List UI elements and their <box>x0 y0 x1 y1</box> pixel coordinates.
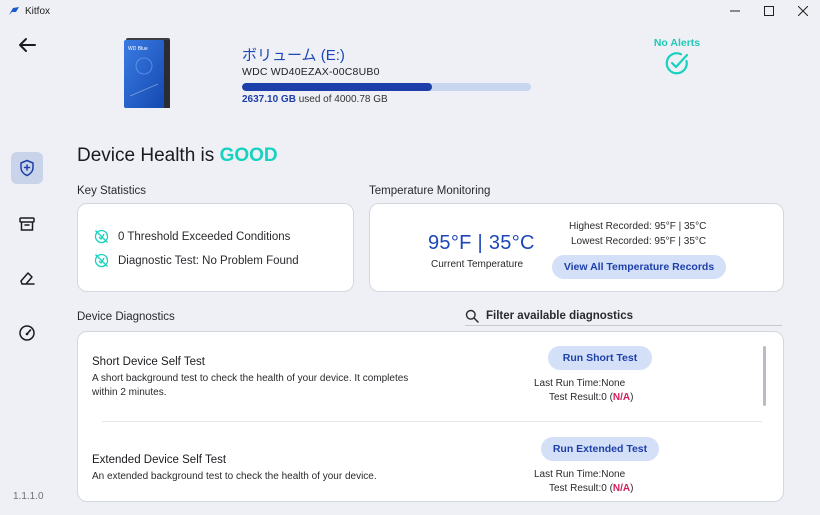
current-temperature: 95°F | 35°C <box>428 232 535 254</box>
diagnostics-divider <box>102 421 762 422</box>
eraser-icon <box>20 272 35 285</box>
speedometer-icon <box>19 325 35 341</box>
minimize-icon <box>730 10 740 12</box>
total-space: used of 4000.78 GB <box>298 94 388 105</box>
window-title: Kitfox <box>25 5 51 17</box>
no-alert-icon <box>94 253 109 268</box>
filter-label: Filter available diagnostics <box>486 310 633 322</box>
shield-plus-icon <box>20 159 34 177</box>
filter-diagnostics[interactable]: Filter available diagnostics <box>465 309 633 323</box>
lowest-recorded: Lowest Recorded: 95°F | 35°C <box>571 236 707 247</box>
nav-performance[interactable] <box>11 317 43 349</box>
device-health-heading: Device Health is GOOD <box>77 145 278 167</box>
usage-text: 2637.10 GB used of 4000.78 GB <box>242 94 388 105</box>
view-temperature-records-button[interactable]: View All Temperature Records <box>552 255 726 279</box>
stat-threshold: 0 Threshold Exceeded Conditions <box>94 229 290 244</box>
short-test-title: Short Device Self Test <box>92 356 205 368</box>
usage-progress-fill <box>242 83 433 91</box>
run-short-test-button[interactable]: Run Short Test <box>548 346 652 370</box>
key-statistics-label: Key Statistics <box>77 185 147 197</box>
app-version: 1.1.1.0 <box>13 491 44 502</box>
health-status: GOOD <box>219 145 278 166</box>
extended-test-title: Extended Device Self Test <box>92 454 227 466</box>
drive-model: WDC WD40EZAX-00C8UB0 <box>242 66 380 78</box>
device-diagnostics-label: Device Diagnostics <box>77 311 175 323</box>
nav-erase[interactable] <box>11 262 43 294</box>
short-test-desc-line2: within 2 minutes. <box>92 387 167 398</box>
temperature-card: 95°F | 35°C Current Temperature Highest … <box>369 203 784 292</box>
alerts-label: No Alerts <box>653 37 701 49</box>
kitfox-app-icon <box>9 7 19 15</box>
window-controls <box>718 0 820 22</box>
stat-diagnostic: Diagnostic Test: No Problem Found <box>94 253 299 268</box>
hard-drive-icon: WD Blue <box>124 38 170 108</box>
search-icon <box>465 309 479 323</box>
short-test-result: Test Result:0 (N/A) <box>549 392 634 403</box>
short-test-desc-line1: A short background test to check the hea… <box>92 373 409 384</box>
short-test-last-run: Last Run Time:None <box>534 378 626 389</box>
maximize-icon <box>764 6 774 16</box>
back-button[interactable] <box>14 33 40 57</box>
svg-text:WD Blue: WD Blue <box>128 46 148 52</box>
close-button[interactable] <box>786 0 820 22</box>
stat-diagnostic-text: Diagnostic Test: No Problem Found <box>118 254 299 267</box>
current-temperature-caption: Current Temperature <box>431 259 524 270</box>
filter-underline <box>465 325 782 326</box>
archive-box-icon <box>19 217 35 231</box>
check-circle-icon <box>665 52 689 75</box>
extended-test-desc: An extended background test to check the… <box>92 471 377 482</box>
health-prefix: Device Health is <box>77 145 215 166</box>
key-statistics-card: 0 Threshold Exceeded Conditions Diagnost… <box>77 203 354 292</box>
short-test-result-value: N/A <box>612 392 631 403</box>
back-arrow-icon <box>19 38 36 52</box>
run-extended-test-button[interactable]: Run Extended Test <box>541 437 659 461</box>
volume-name: ボリューム (E:) <box>242 47 345 64</box>
close-icon <box>798 6 808 16</box>
no-alert-icon <box>94 229 109 244</box>
extended-test-result-value: N/A <box>612 483 631 494</box>
extended-test-last-run: Last Run Time:None <box>534 469 626 480</box>
hard-drive-image: WD Blue <box>122 36 174 110</box>
extended-test-result: Test Result:0 (N/A) <box>549 483 634 494</box>
nav-health[interactable] <box>11 152 43 184</box>
diagnostics-list: Short Device Self Test A short backgroun… <box>77 331 784 502</box>
stat-threshold-text: 0 Threshold Exceeded Conditions <box>118 230 291 243</box>
diagnostics-scrollbar[interactable] <box>763 346 766 406</box>
used-space: 2637.10 GB <box>242 94 296 105</box>
minimize-button[interactable] <box>718 0 752 22</box>
usage-progress-bar <box>242 83 531 91</box>
temperature-label: Temperature Monitoring <box>369 185 491 197</box>
highest-recorded: Highest Recorded: 95°F | 35°C <box>569 221 707 232</box>
maximize-button[interactable] <box>752 0 786 22</box>
nav-archive[interactable] <box>11 208 43 240</box>
alerts-status[interactable]: No Alerts <box>648 37 706 79</box>
title-bar: Kitfox <box>0 0 820 22</box>
